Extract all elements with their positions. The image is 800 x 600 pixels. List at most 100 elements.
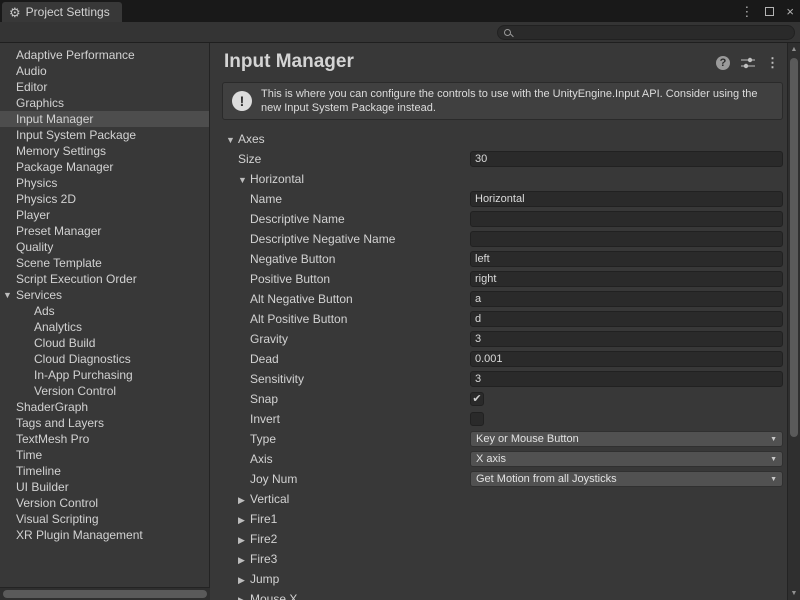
sidebar-item-preset-manager[interactable]: Preset Manager bbox=[0, 223, 209, 239]
sidebar-item-label: Cloud Build bbox=[34, 336, 95, 350]
sidebar-item-cloud-diagnostics[interactable]: Cloud Diagnostics bbox=[0, 351, 209, 367]
sidebar-item-label: Physics 2D bbox=[16, 192, 76, 206]
presets-icon[interactable] bbox=[741, 57, 755, 69]
sidebar-item-graphics[interactable]: Graphics bbox=[0, 95, 209, 111]
property-label: Dead bbox=[210, 352, 470, 366]
window-menu-icon[interactable]: ⋮ bbox=[740, 5, 753, 18]
property-label[interactable]: ▶Mouse X bbox=[210, 592, 470, 600]
property-label: Size bbox=[210, 152, 470, 166]
property-label[interactable]: ▶Vertical bbox=[210, 492, 470, 506]
text-input-sensitivity[interactable]: 3 bbox=[470, 371, 783, 387]
checkbox-snap[interactable]: ✔ bbox=[470, 392, 484, 406]
text-input-negative-button[interactable]: left bbox=[470, 251, 783, 267]
sidebar-item-textmesh-pro[interactable]: TextMesh Pro bbox=[0, 431, 209, 447]
search-input[interactable] bbox=[516, 27, 788, 39]
sidebar-item-label: TextMesh Pro bbox=[16, 432, 89, 446]
dropdown-axis[interactable]: X axis▼ bbox=[470, 451, 783, 467]
text-input-descriptive-name[interactable] bbox=[470, 211, 783, 227]
property-label[interactable]: ▶Fire2 bbox=[210, 532, 470, 546]
text-input-alt-negative-button[interactable]: a bbox=[470, 291, 783, 307]
property-row-alt-positive-button: Alt Positive Button d bbox=[210, 309, 787, 329]
property-label-text: Axes bbox=[238, 132, 265, 146]
property-label-text: Jump bbox=[250, 572, 279, 586]
scroll-up-icon[interactable]: ▲ bbox=[788, 46, 800, 53]
property-label: Descriptive Negative Name bbox=[210, 232, 470, 246]
scroll-down-icon[interactable]: ▼ bbox=[788, 590, 800, 597]
sidebar-item-audio[interactable]: Audio bbox=[0, 63, 209, 79]
foldout-open-icon[interactable]: ▼ bbox=[238, 175, 250, 185]
foldout-closed-icon[interactable]: ▶ bbox=[238, 535, 250, 546]
page-title: Input Manager bbox=[210, 43, 787, 77]
dropdown-type[interactable]: Key or Mouse Button▼ bbox=[470, 431, 783, 447]
sidebar-item-visual-scripting[interactable]: Visual Scripting bbox=[0, 511, 209, 527]
sidebar-item-services[interactable]: ▼Services bbox=[0, 287, 209, 303]
text-input-dead[interactable]: 0.001 bbox=[470, 351, 783, 367]
text-input-descriptive-negative-name[interactable] bbox=[470, 231, 783, 247]
property-label[interactable]: ▼Horizontal bbox=[210, 172, 470, 186]
close-icon[interactable]: × bbox=[786, 5, 794, 18]
foldout-closed-icon[interactable]: ▶ bbox=[238, 575, 250, 586]
text-input-alt-positive-button[interactable]: d bbox=[470, 311, 783, 327]
foldout-open-icon[interactable]: ▼ bbox=[3, 287, 12, 303]
window-tab-project-settings[interactable]: ⚙ Project Settings bbox=[2, 2, 122, 22]
foldout-closed-icon[interactable]: ▶ bbox=[238, 555, 250, 566]
sidebar-item-tags-and-layers[interactable]: Tags and Layers bbox=[0, 415, 209, 431]
maximize-icon[interactable] bbox=[765, 7, 774, 16]
sidebar-item-label: Cloud Diagnostics bbox=[34, 352, 131, 366]
more-menu-icon[interactable]: ⋮ bbox=[766, 55, 779, 71]
text-input-size[interactable]: 30 bbox=[470, 151, 783, 167]
horizontal-scrollbar[interactable] bbox=[0, 587, 210, 600]
sidebar-item-ads[interactable]: Ads bbox=[0, 303, 209, 319]
property-field: right bbox=[470, 271, 783, 287]
sidebar-item-xr-plugin-management[interactable]: XR Plugin Management bbox=[0, 527, 209, 543]
property-label-text: Invert bbox=[250, 412, 280, 426]
sidebar-item-label: Audio bbox=[16, 64, 47, 78]
property-label-text: Fire2 bbox=[250, 532, 277, 546]
property-label: Joy Num bbox=[210, 472, 470, 486]
sidebar-item-cloud-build[interactable]: Cloud Build bbox=[0, 335, 209, 351]
sidebar-item-scene-template[interactable]: Scene Template bbox=[0, 255, 209, 271]
sidebar-item-package-manager[interactable]: Package Manager bbox=[0, 159, 209, 175]
sidebar-item-script-execution-order[interactable]: Script Execution Order bbox=[0, 271, 209, 287]
sidebar-item-shadergraph[interactable]: ShaderGraph bbox=[0, 399, 209, 415]
sidebar-item-in-app-purchasing[interactable]: In-App Purchasing bbox=[0, 367, 209, 383]
property-label[interactable]: ▶Jump bbox=[210, 572, 470, 586]
sidebar-item-memory-settings[interactable]: Memory Settings bbox=[0, 143, 209, 159]
vertical-scrollbar[interactable]: ▲ ▼ bbox=[787, 43, 800, 600]
foldout-closed-icon[interactable]: ▶ bbox=[238, 495, 250, 506]
property-label[interactable]: ▶Fire3 bbox=[210, 552, 470, 566]
sidebar-item-ui-builder[interactable]: UI Builder bbox=[0, 479, 209, 495]
property-label[interactable]: ▼Axes bbox=[210, 132, 470, 146]
sidebar-item-input-system-package[interactable]: Input System Package bbox=[0, 127, 209, 143]
sidebar-item-version-control[interactable]: Version Control bbox=[0, 495, 209, 511]
foldout-closed-icon[interactable]: ▶ bbox=[238, 515, 250, 526]
property-label-text: Alt Positive Button bbox=[250, 312, 347, 326]
search-box[interactable] bbox=[497, 25, 795, 40]
dropdown-joy-num[interactable]: Get Motion from all Joysticks▼ bbox=[470, 471, 783, 487]
checkbox-invert[interactable] bbox=[470, 412, 484, 426]
sidebar-item-adaptive-performance[interactable]: Adaptive Performance bbox=[0, 47, 209, 63]
property-label: Negative Button bbox=[210, 252, 470, 266]
sidebar-item-input-manager[interactable]: Input Manager bbox=[0, 111, 209, 127]
sidebar-item-player[interactable]: Player bbox=[0, 207, 209, 223]
text-input-positive-button[interactable]: right bbox=[470, 271, 783, 287]
sidebar-item-quality[interactable]: Quality bbox=[0, 239, 209, 255]
info-icon: ! bbox=[232, 91, 252, 111]
sidebar-item-timeline[interactable]: Timeline bbox=[0, 463, 209, 479]
sidebar-item-editor[interactable]: Editor bbox=[0, 79, 209, 95]
sidebar-item-physics[interactable]: Physics bbox=[0, 175, 209, 191]
foldout-open-icon[interactable]: ▼ bbox=[226, 135, 238, 145]
help-icon[interactable]: ? bbox=[716, 56, 730, 70]
vertical-scrollbar-thumb[interactable] bbox=[790, 58, 798, 437]
sidebar-item-analytics[interactable]: Analytics bbox=[0, 319, 209, 335]
foldout-closed-icon[interactable]: ▶ bbox=[238, 595, 250, 600]
sidebar-item-physics-2d[interactable]: Physics 2D bbox=[0, 191, 209, 207]
property-label-text: Descriptive Name bbox=[250, 212, 345, 226]
text-input-name[interactable]: Horizontal bbox=[470, 191, 783, 207]
text-input-gravity[interactable]: 3 bbox=[470, 331, 783, 347]
horizontal-scrollbar-thumb[interactable] bbox=[3, 590, 207, 598]
sidebar-item-version-control[interactable]: Version Control bbox=[0, 383, 209, 399]
property-label-text: Negative Button bbox=[250, 252, 335, 266]
property-label[interactable]: ▶Fire1 bbox=[210, 512, 470, 526]
sidebar-item-time[interactable]: Time bbox=[0, 447, 209, 463]
